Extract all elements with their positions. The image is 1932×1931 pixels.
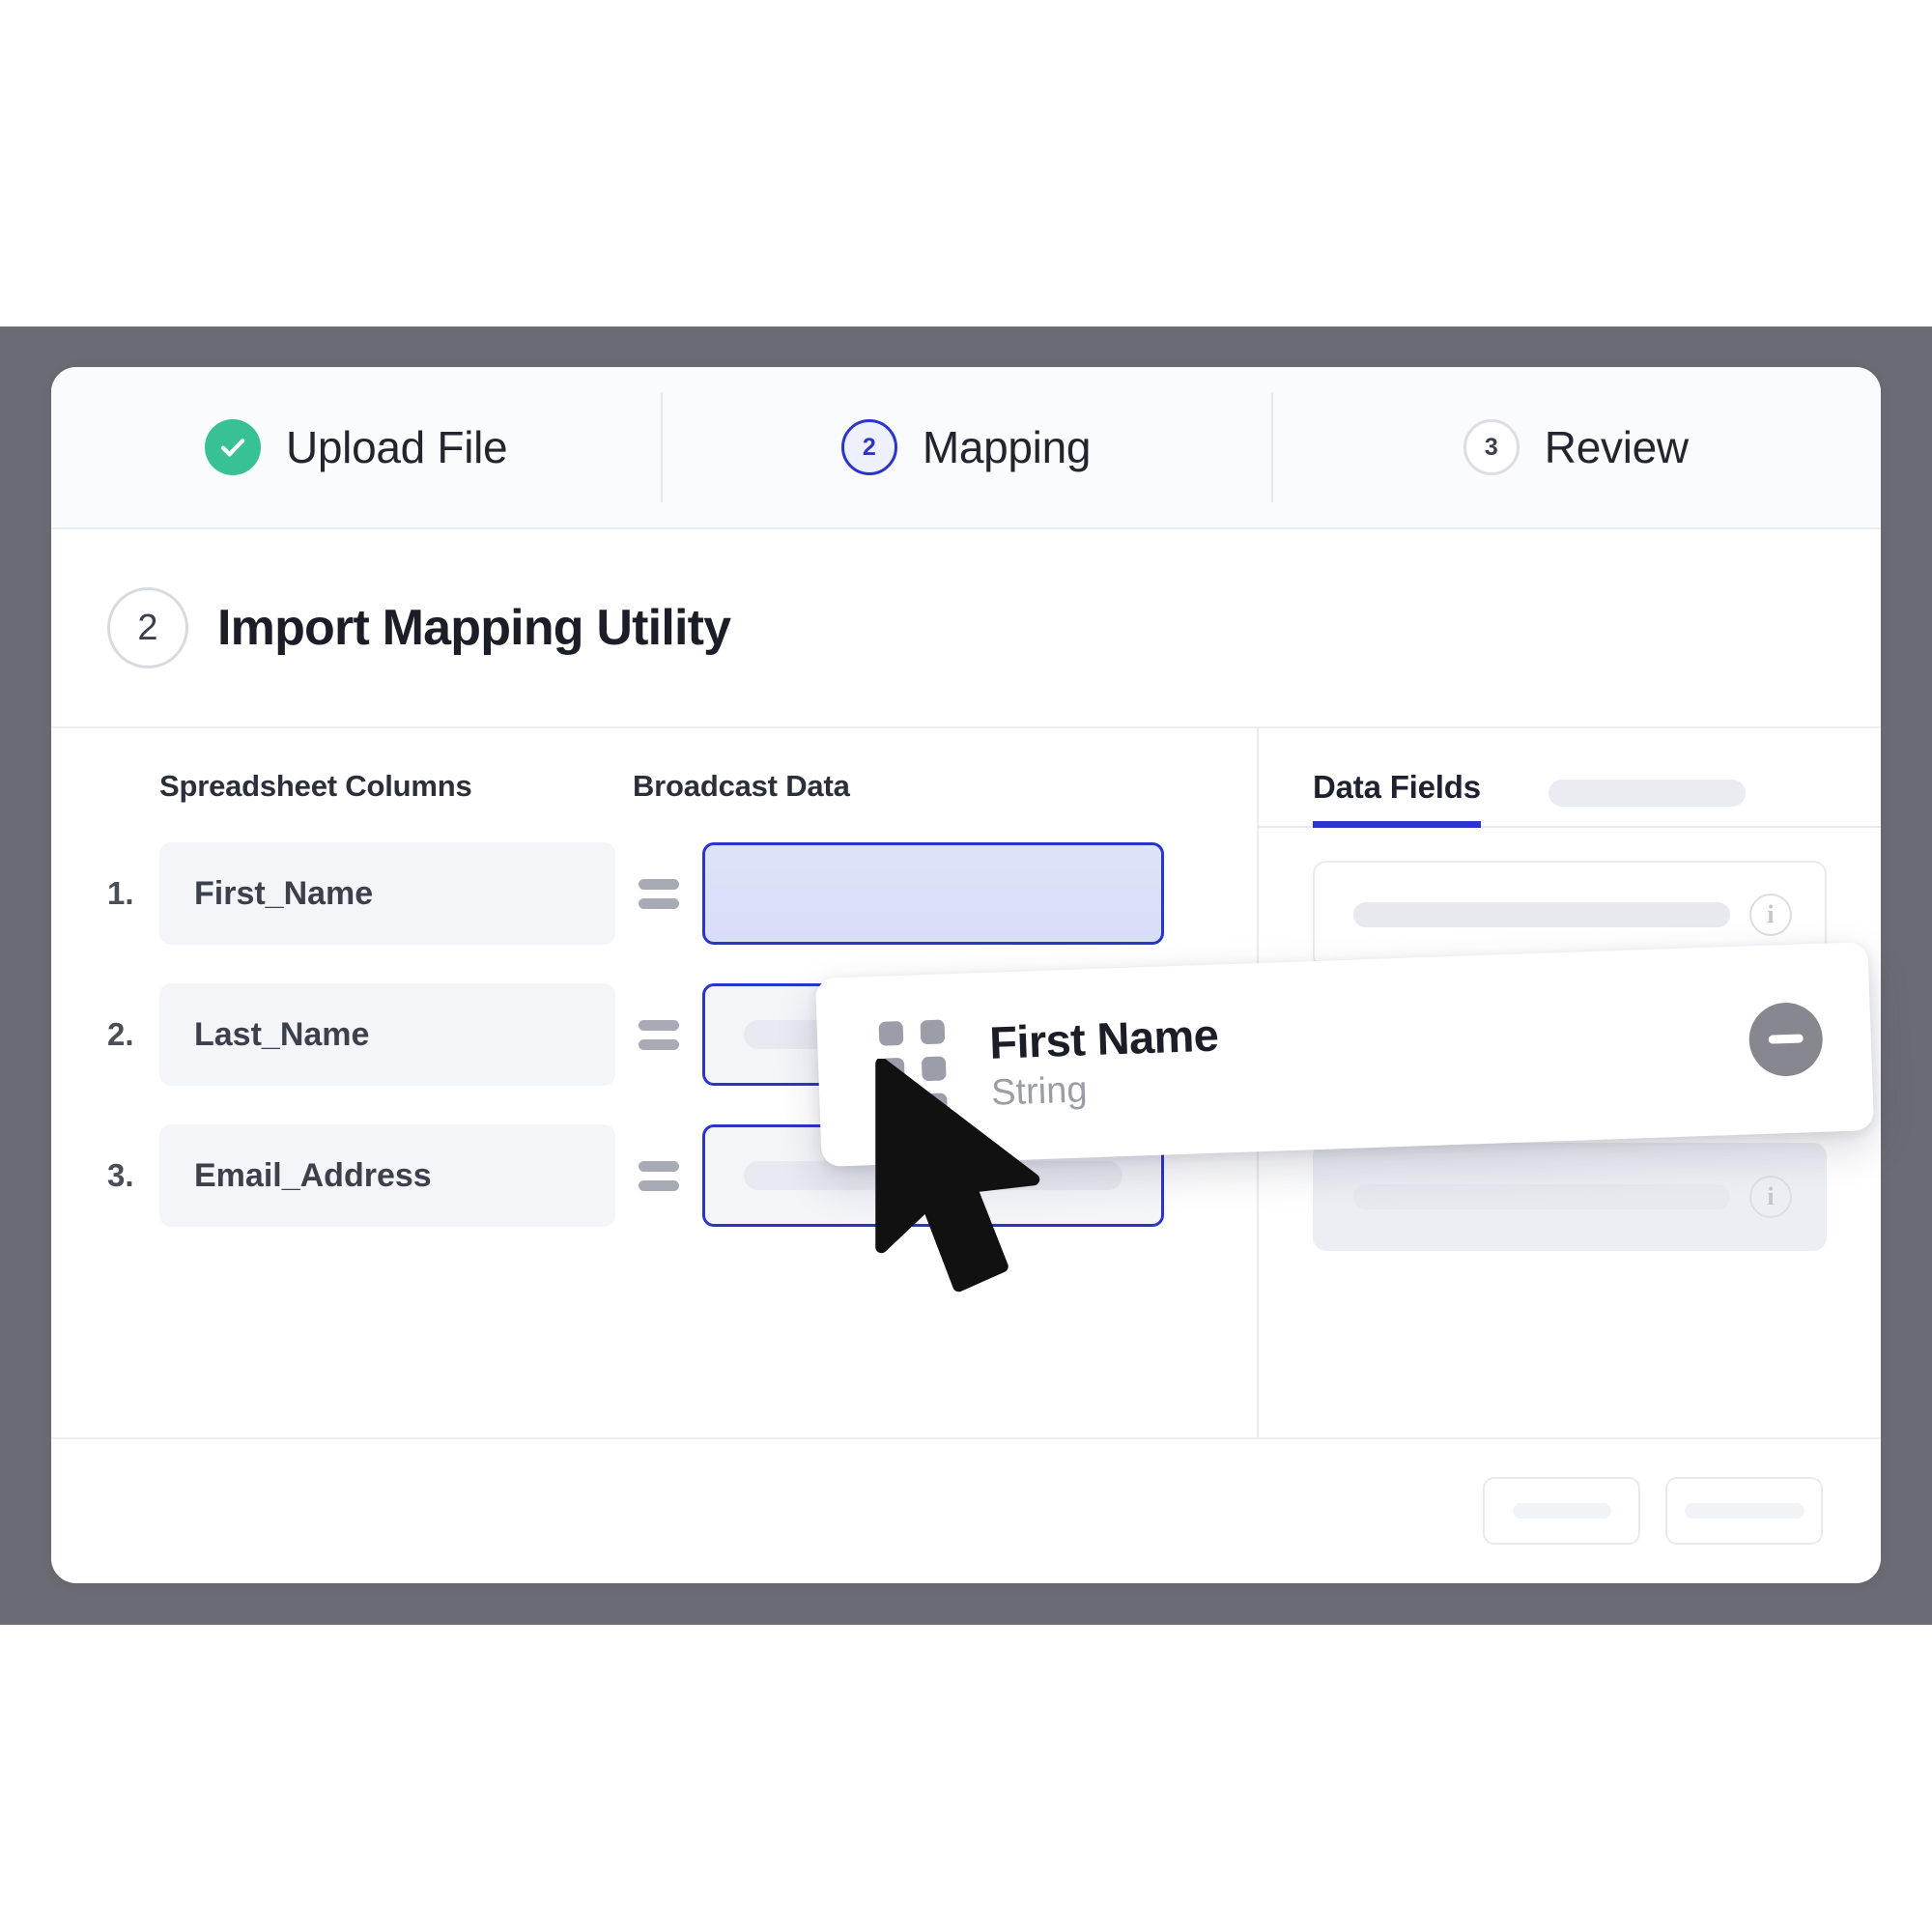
drag-handle-icon[interactable] [878, 1019, 949, 1120]
mapping-row: 1. First_Name [51, 842, 1257, 945]
wizard-footer [51, 1437, 1881, 1581]
row-index: 1. [107, 875, 134, 911]
step-number-badge-review: 3 [1463, 419, 1520, 475]
tab-data-fields[interactable]: Data Fields [1313, 769, 1481, 828]
mapping-drop-target[interactable] [702, 842, 1164, 945]
column-header-spreadsheet: Spreadsheet Columns [159, 769, 472, 803]
equals-icon [615, 1160, 702, 1191]
stepper-step-upload-file[interactable]: Upload File [51, 367, 661, 527]
footer-button-primary[interactable] [1665, 1476, 1823, 1545]
screenshot-stage: Upload File 2 Mapping 3 Review 2 Import … [0, 0, 1932, 1931]
page-step-badge: 2 [107, 587, 188, 668]
stepper-label-mapping: Mapping [922, 422, 1092, 472]
dragging-field-card[interactable]: First Name String [814, 942, 1875, 1167]
stepper-step-mapping[interactable]: 2 Mapping [661, 367, 1270, 527]
column-header-broadcast: Broadcast Data [633, 769, 850, 803]
button-placeholder-bar [1684, 1502, 1804, 1519]
minus-circle-icon[interactable] [1747, 1001, 1825, 1077]
info-icon[interactable]: i [1749, 894, 1792, 936]
tab-placeholder[interactable] [1548, 780, 1746, 807]
source-column-chip[interactable]: First_Name [159, 842, 615, 945]
stepper-label-review: Review [1544, 422, 1689, 472]
check-icon [204, 419, 261, 475]
field-placeholder-bar [1353, 1184, 1730, 1209]
field-placeholder-bar [1353, 902, 1730, 927]
data-field-row[interactable]: i [1313, 1143, 1827, 1251]
row-index: 2. [107, 1016, 134, 1052]
row-index: 3. [107, 1157, 134, 1193]
stepper-label-upload-file: Upload File [285, 422, 508, 472]
data-fields-tablist: Data Fields [1259, 769, 1881, 828]
step-number-badge-mapping: 2 [840, 419, 897, 475]
source-column-chip[interactable]: Last_Name [159, 983, 615, 1086]
page-title-row: 2 Import Mapping Utility [51, 529, 1881, 728]
footer-button-secondary[interactable] [1483, 1476, 1640, 1545]
info-icon[interactable]: i [1749, 1176, 1792, 1218]
equals-icon [615, 1019, 702, 1050]
slot-placeholder-bar [744, 1161, 1122, 1190]
source-column-chip[interactable]: Email_Address [159, 1124, 615, 1227]
dragging-field-text: First Name String [988, 994, 1707, 1114]
equals-icon [615, 878, 702, 909]
stepper-step-review[interactable]: 3 Review [1270, 367, 1881, 527]
page-title: Import Mapping Utility [217, 600, 731, 656]
wizard-stepper: Upload File 2 Mapping 3 Review [51, 367, 1881, 529]
button-placeholder-bar [1512, 1502, 1611, 1519]
mapping-column-headers: Spreadsheet Columns Broadcast Data [51, 769, 1257, 804]
